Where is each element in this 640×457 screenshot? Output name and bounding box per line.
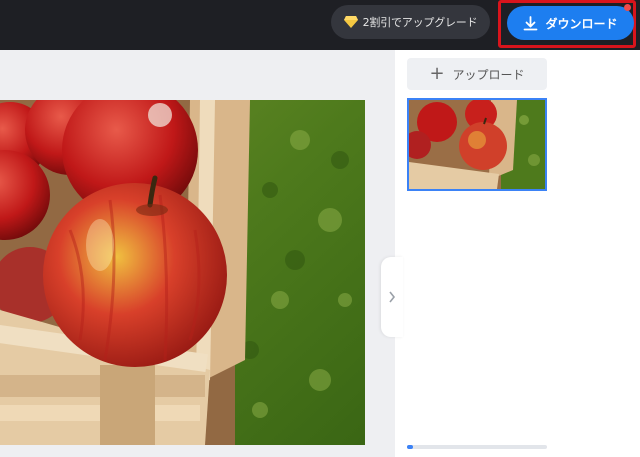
apple-photo-image [0, 100, 365, 445]
apple-photo[interactable] [0, 100, 365, 445]
download-label: ダウンロード [545, 16, 618, 31]
scrollbar-thumb[interactable] [407, 445, 413, 449]
thumbnail-scrollbar[interactable] [407, 445, 547, 449]
download-icon [524, 15, 538, 30]
gem-icon [343, 16, 358, 28]
image-thumbnail[interactable] [407, 98, 547, 191]
upgrade-label: 2割引でアップグレード [362, 16, 478, 29]
plus-icon: + [429, 63, 445, 84]
upload-button[interactable]: + アップロード [407, 58, 547, 90]
upgrade-button[interactable]: 2割引でアップグレード [331, 5, 490, 39]
download-button[interactable]: ダウンロード [507, 6, 634, 40]
chevron-right-icon [389, 291, 396, 303]
upload-label: アップロード [452, 67, 525, 82]
notification-dot [624, 4, 631, 11]
collapse-panel-handle[interactable] [381, 257, 403, 337]
thumbnail-image [409, 100, 545, 189]
